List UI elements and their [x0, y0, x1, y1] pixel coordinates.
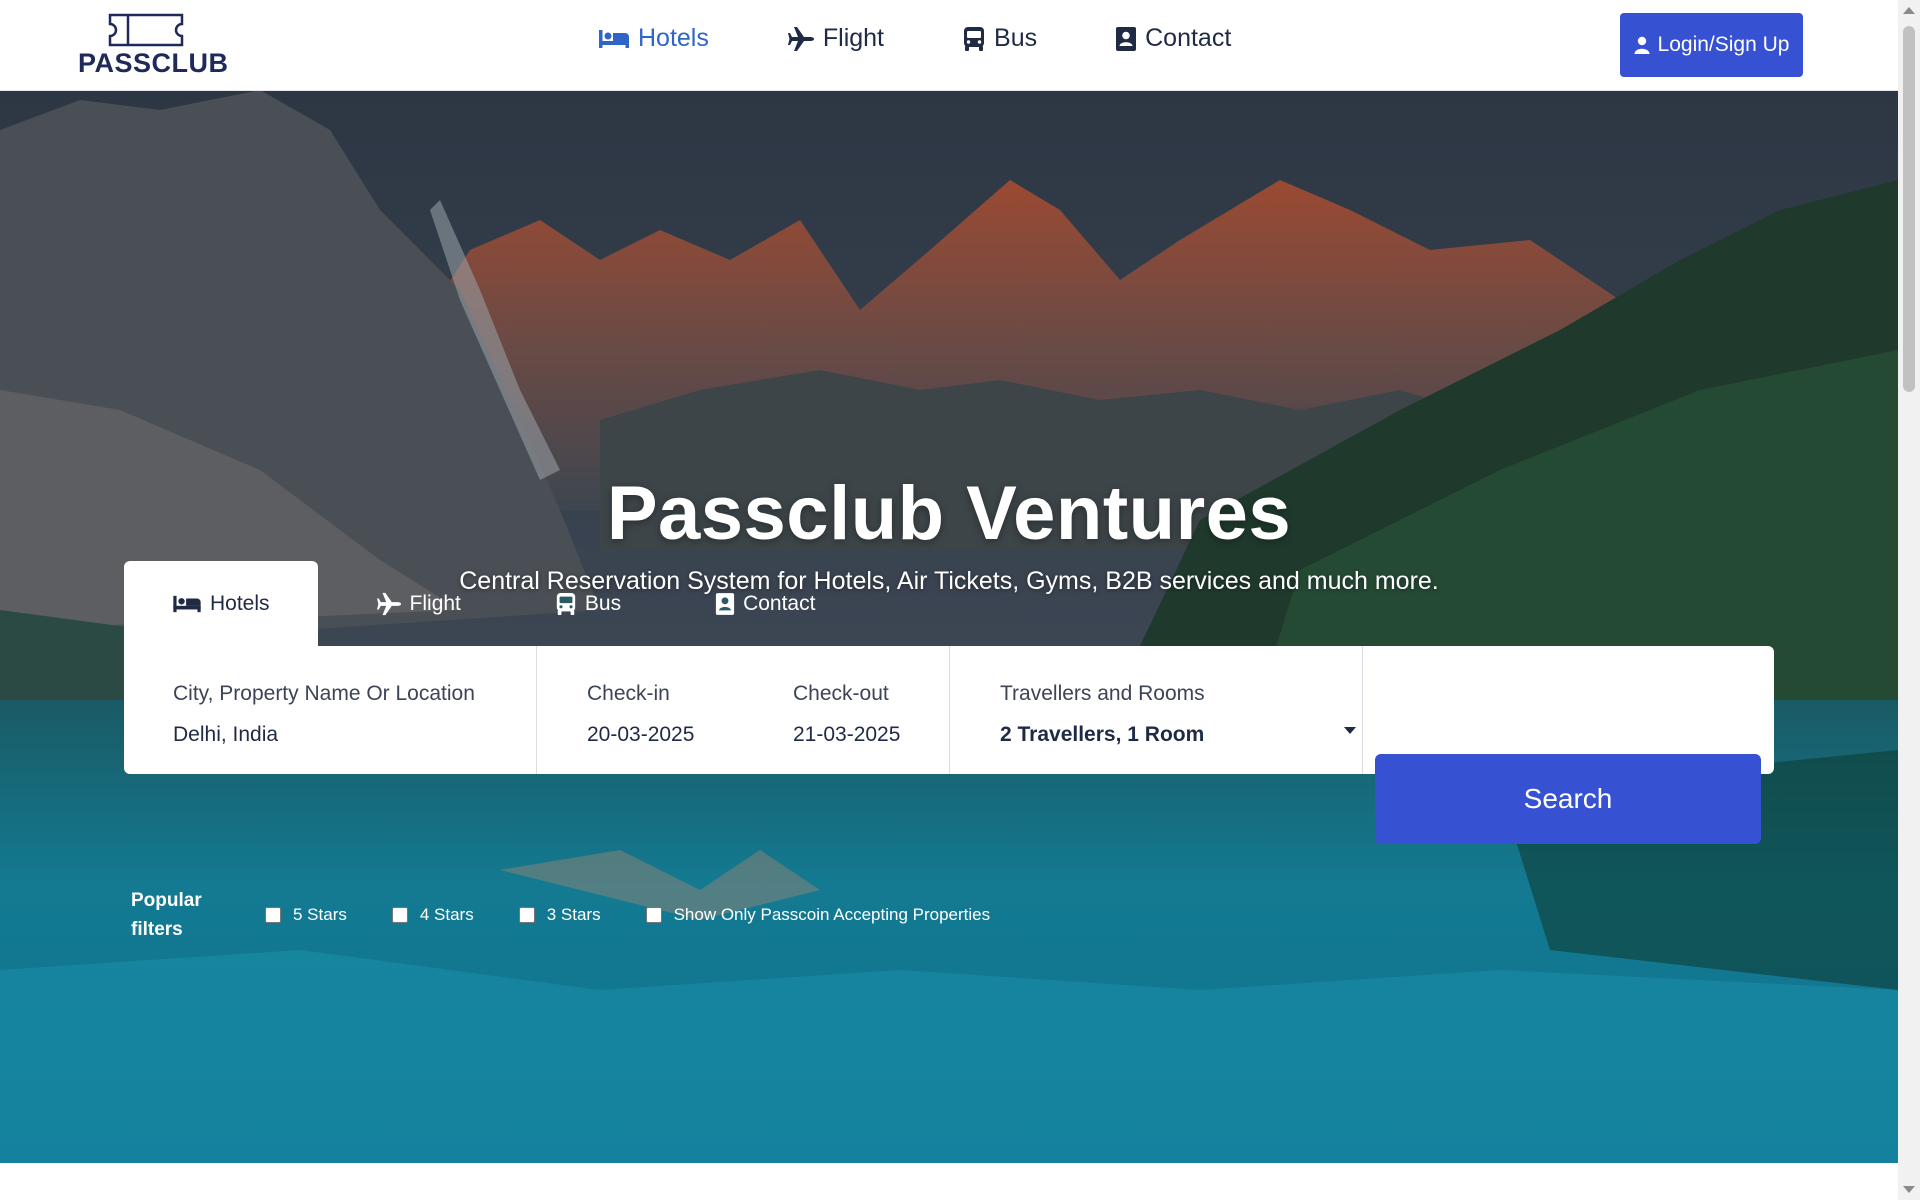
checkbox[interactable]	[518, 907, 535, 923]
tab-label: Bus	[584, 592, 622, 615]
bus-icon	[556, 593, 576, 615]
tab-label: Hotels	[210, 592, 270, 615]
tab-contact[interactable]: Contact	[667, 561, 861, 647]
login-button-label: Login/Sign Up	[1657, 33, 1790, 56]
vertical-scrollbar[interactable]	[1898, 0, 1920, 1200]
bed-icon	[599, 29, 629, 48]
location-field[interactable]: City, Property Name Or Location Delhi, I…	[124, 646, 537, 774]
checkbox[interactable]	[645, 907, 662, 923]
bed-icon	[173, 595, 201, 613]
popular-filters: Popular filters 5 Stars 4 Stars 3 Stars …	[131, 886, 990, 944]
nav-item-label: Hotels	[638, 24, 709, 52]
nav-item-flight[interactable]: Flight	[787, 24, 884, 53]
tab-hotels[interactable]: Hotels	[124, 561, 318, 647]
checkbox[interactable]	[265, 907, 281, 923]
search-tabs: Hotels Flight Bus Contact	[124, 561, 861, 647]
filter-label: 5 Stars	[293, 905, 347, 924]
scroll-up-arrow-icon[interactable]	[1903, 7, 1915, 14]
travellers-label: Travellers and Rooms	[1000, 682, 1205, 705]
plane-icon	[787, 26, 814, 51]
filter-label: Show Only Passcoin Accepting Properties	[673, 905, 991, 924]
location-label: City, Property Name Or Location	[173, 682, 475, 705]
plane-icon	[376, 592, 401, 616]
filter-label: 4 Stars	[419, 905, 474, 924]
checkbox[interactable]	[391, 907, 408, 923]
tab-flight[interactable]: Flight	[318, 561, 507, 647]
nav-item-bus[interactable]: Bus	[962, 24, 1037, 53]
scroll-down-arrow-icon[interactable]	[1903, 1186, 1915, 1193]
nav-item-label: Contact	[1145, 24, 1232, 52]
checkout-input[interactable]: 21-03-2025	[793, 723, 900, 747]
travellers-rooms-dropdown[interactable]: Travellers and Rooms 2 Travellers, 1 Roo…	[950, 646, 1363, 774]
location-input[interactable]: Delhi, India	[173, 723, 278, 747]
nav-item-contact[interactable]: Contact	[1115, 24, 1231, 53]
filters-label: Popular filters	[131, 890, 202, 940]
filter-passcoin-properties[interactable]: Show Only Passcoin Accepting Properties	[645, 905, 991, 925]
main-nav: Hotels Flight Bus Contact	[598, 24, 1309, 53]
checkout-label: Check-out	[793, 682, 889, 705]
bus-icon	[964, 26, 985, 51]
contact-icon	[715, 593, 735, 615]
contact-icon	[1116, 26, 1137, 51]
nav-item-label: Bus	[994, 24, 1038, 52]
filter-3-stars[interactable]: 3 Stars	[518, 905, 601, 925]
date-fields: Check-in 20-03-2025 Check-out 21-03-2025	[537, 646, 950, 774]
search-button[interactable]: Search	[1375, 754, 1761, 844]
scrollbar-thumb[interactable]	[1903, 26, 1915, 392]
hero-title: Passclub Ventures	[606, 471, 1292, 556]
tab-label: Contact	[743, 592, 816, 615]
filter-label: 3 Stars	[546, 905, 601, 924]
ticket-icon	[108, 13, 184, 47]
logo-text: PASSCLUB	[78, 48, 229, 78]
filter-4-stars[interactable]: 4 Stars	[391, 905, 474, 925]
user-icon	[1634, 36, 1650, 54]
passclub-logo[interactable]: PASSCLUB	[78, 12, 229, 78]
site-header: PASSCLUB Hotels Flight Bus Contact Login…	[0, 0, 1898, 91]
checkin-label: Check-in	[587, 682, 670, 705]
login-signup-button[interactable]: Login/Sign Up	[1620, 13, 1803, 77]
tab-bus[interactable]: Bus	[507, 561, 667, 647]
checkin-input[interactable]: 20-03-2025	[587, 723, 694, 747]
chevron-down-icon	[1344, 727, 1356, 734]
nav-item-hotels[interactable]: Hotels	[598, 24, 709, 53]
tab-label: Flight	[409, 592, 461, 615]
filter-5-stars[interactable]: 5 Stars	[265, 905, 347, 925]
travellers-value: 2 Travellers, 1 Room	[1000, 723, 1205, 746]
nav-item-label: Flight	[822, 24, 885, 52]
